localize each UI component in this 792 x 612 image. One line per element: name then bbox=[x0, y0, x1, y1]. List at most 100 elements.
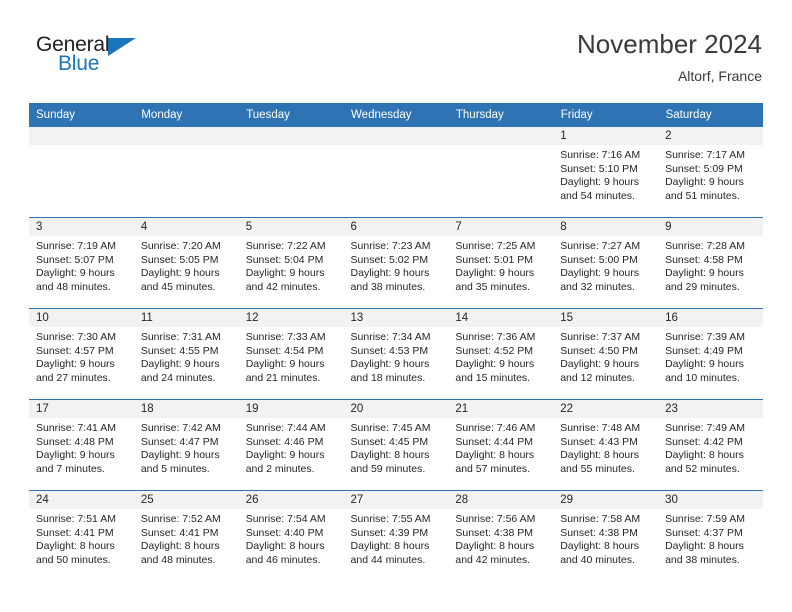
daylight-duration-line1: Daylight: 9 hours bbox=[245, 267, 325, 280]
daylight-duration-line2: and 2 minutes. bbox=[245, 462, 315, 475]
calendar-day-cell[interactable]: 6 Sunrise: 7:23 AM Sunset: 5:02 PM Daylight… bbox=[343, 217, 449, 309]
calendar-day-cell[interactable]: 2 Sunrise: 7:17 AM Sunset: 5:09 PM Daylight… bbox=[658, 127, 763, 218]
day-sun-info: Sunrise: 7:48 AM Sunset: 4:43 PM Daylight:… bbox=[553, 418, 658, 476]
calendar-day-cell[interactable]: 24 Sunrise: 7:51 AM Sunset: 4:41 PM Dayligh… bbox=[29, 490, 134, 581]
calendar-day-cell[interactable]: 25 Sunrise: 7:52 AM Sunset: 4:41 PM Dayligh… bbox=[133, 490, 239, 581]
sunset-time: Sunset: 4:42 PM bbox=[665, 435, 743, 448]
sunrise-time: Sunrise: 7:59 AM bbox=[665, 513, 746, 525]
calendar-day-cell[interactable]: 1 Sunrise: 7:16 AM Sunset: 5:10 PM Daylight… bbox=[553, 127, 659, 218]
calendar-week-row: 3 Sunrise: 7:19 AM Sunset: 5:07 PM Daylight… bbox=[29, 217, 763, 309]
daylight-duration-line2: and 10 minutes. bbox=[665, 371, 740, 384]
day-number: 7 bbox=[448, 218, 554, 236]
day-number: 29 bbox=[553, 491, 659, 509]
sunrise-time: Sunrise: 7:58 AM bbox=[560, 513, 641, 525]
calendar-day-cell[interactable]: 14 Sunrise: 7:36 AM Sunset: 4:52 PM Dayligh… bbox=[448, 308, 554, 400]
day-cell-content: 1 Sunrise: 7:16 AM Sunset: 5:10 PM Daylight… bbox=[553, 127, 659, 217]
daylight-duration-line2: and 5 minutes. bbox=[140, 462, 210, 475]
calendar-day-cell[interactable]: 5 Sunrise: 7:22 AM Sunset: 5:04 PM Daylight… bbox=[238, 217, 344, 309]
day-sun-info: Sunrise: 7:36 AM Sunset: 4:52 PM Daylight:… bbox=[448, 327, 553, 385]
calendar-day-cell[interactable]: 4 Sunrise: 7:20 AM Sunset: 5:05 PM Daylight… bbox=[133, 217, 239, 309]
day-cell-content: 2 Sunrise: 7:17 AM Sunset: 5:09 PM Daylight… bbox=[658, 127, 763, 217]
weekday-header-wednesday: Wednesday bbox=[343, 103, 449, 127]
calendar-day-cell[interactable]: 12 Sunrise: 7:33 AM Sunset: 4:54 PM Dayligh… bbox=[238, 308, 344, 400]
day-cell-content: 8 Sunrise: 7:27 AM Sunset: 5:00 PM Daylight… bbox=[553, 218, 659, 308]
day-number: 18 bbox=[133, 400, 239, 418]
day-number: 4 bbox=[133, 218, 239, 236]
sunset-time: Sunset: 4:50 PM bbox=[560, 344, 638, 357]
calendar-day-cell[interactable]: 28 Sunrise: 7:56 AM Sunset: 4:38 PM Dayligh… bbox=[448, 490, 554, 581]
day-number: 27 bbox=[343, 491, 449, 509]
day-number: 17 bbox=[29, 400, 134, 418]
calendar-day-cell[interactable]: 13 Sunrise: 7:34 AM Sunset: 4:53 PM Dayligh… bbox=[343, 308, 449, 400]
sunrise-time: Sunrise: 7:19 AM bbox=[36, 240, 116, 252]
calendar-day-cell[interactable]: 26 Sunrise: 7:54 AM Sunset: 4:40 PM Dayligh… bbox=[238, 490, 344, 581]
calendar-week-row: 1 Sunrise: 7:16 AM Sunset: 5:10 PM Daylight… bbox=[29, 127, 763, 218]
calendar-day-cell[interactable]: 21 Sunrise: 7:46 AM Sunset: 4:44 PM Dayligh… bbox=[448, 399, 554, 491]
sunset-time: Sunset: 4:46 PM bbox=[245, 435, 324, 448]
calendar-day-cell[interactable]: 27 Sunrise: 7:55 AM Sunset: 4:39 PM Dayligh… bbox=[343, 490, 449, 581]
daylight-duration-line2: and 29 minutes. bbox=[665, 280, 740, 293]
calendar-day-cell[interactable]: 9 Sunrise: 7:28 AM Sunset: 4:58 PM Daylight… bbox=[658, 217, 763, 309]
daylight-duration-line2: and 12 minutes. bbox=[560, 371, 635, 384]
day-cell-content: 10 Sunrise: 7:30 AM Sunset: 4:57 PM Dayligh… bbox=[29, 309, 134, 399]
calendar-day-cell[interactable]: 29 Sunrise: 7:58 AM Sunset: 4:38 PM Dayligh… bbox=[553, 490, 659, 581]
daylight-duration-line1: Daylight: 8 hours bbox=[245, 540, 325, 553]
daylight-duration-line2: and 57 minutes. bbox=[455, 462, 531, 475]
daylight-duration-line2: and 18 minutes. bbox=[350, 371, 426, 384]
calendar-day-cell[interactable]: 3 Sunrise: 7:19 AM Sunset: 5:07 PM Daylight… bbox=[29, 217, 134, 309]
day-cell-content: 6 Sunrise: 7:23 AM Sunset: 5:02 PM Daylight… bbox=[343, 218, 449, 308]
sunrise-time: Sunrise: 7:27 AM bbox=[560, 240, 641, 252]
sunrise-time: Sunrise: 7:37 AM bbox=[560, 331, 641, 343]
calendar-day-cell[interactable]: 10 Sunrise: 7:30 AM Sunset: 4:57 PM Dayligh… bbox=[29, 308, 134, 400]
daylight-duration-line1: Daylight: 8 hours bbox=[455, 540, 535, 553]
calendar-day-cell[interactable]: 18 Sunrise: 7:42 AM Sunset: 4:47 PM Dayligh… bbox=[133, 399, 239, 491]
sunrise-time: Sunrise: 7:54 AM bbox=[245, 513, 326, 525]
sunset-time: Sunset: 5:05 PM bbox=[140, 253, 219, 266]
daylight-duration-line2: and 15 minutes. bbox=[455, 371, 531, 384]
calendar-day-cell[interactable]: 15 Sunrise: 7:37 AM Sunset: 4:50 PM Dayligh… bbox=[553, 308, 659, 400]
calendar-day-cell[interactable]: 22 Sunrise: 7:48 AM Sunset: 4:43 PM Dayligh… bbox=[553, 399, 659, 491]
calendar-day-cell-empty bbox=[343, 127, 449, 218]
calendar-day-cell[interactable]: 11 Sunrise: 7:31 AM Sunset: 4:55 PM Dayligh… bbox=[133, 308, 239, 400]
calendar-day-cell[interactable]: 7 Sunrise: 7:25 AM Sunset: 5:01 PM Daylight… bbox=[448, 217, 554, 309]
daylight-duration-line1: Daylight: 9 hours bbox=[350, 358, 430, 371]
general-blue-logo[interactable]: General Blue bbox=[36, 33, 166, 81]
day-sun-info: Sunrise: 7:46 AM Sunset: 4:44 PM Daylight:… bbox=[448, 418, 553, 476]
calendar-day-cell[interactable]: 19 Sunrise: 7:44 AM Sunset: 4:46 PM Dayligh… bbox=[238, 399, 344, 491]
calendar-day-cell[interactable]: 30 Sunrise: 7:59 AM Sunset: 4:37 PM Dayligh… bbox=[658, 490, 763, 581]
calendar-day-cell[interactable]: 23 Sunrise: 7:49 AM Sunset: 4:42 PM Dayligh… bbox=[658, 399, 763, 491]
day-sun-info: Sunrise: 7:20 AM Sunset: 5:05 PM Daylight:… bbox=[134, 236, 239, 294]
day-sun-info: Sunrise: 7:44 AM Sunset: 4:46 PM Daylight:… bbox=[239, 418, 344, 476]
sunrise-time: Sunrise: 7:51 AM bbox=[36, 513, 116, 525]
daylight-duration-line1: Daylight: 8 hours bbox=[350, 540, 430, 553]
calendar-header-row: Sunday Monday Tuesday Wednesday Thursday… bbox=[29, 103, 764, 127]
day-sun-info: Sunrise: 7:41 AM Sunset: 4:48 PM Daylight:… bbox=[29, 418, 134, 476]
day-number: 10 bbox=[29, 309, 134, 327]
sunset-time: Sunset: 4:55 PM bbox=[140, 344, 219, 357]
day-number: 26 bbox=[238, 491, 344, 509]
triangle-icon bbox=[108, 38, 136, 56]
day-number: 15 bbox=[553, 309, 659, 327]
daylight-duration-line1: Daylight: 9 hours bbox=[140, 449, 220, 462]
daylight-duration-line1: Daylight: 9 hours bbox=[140, 358, 220, 371]
calendar-day-cell[interactable]: 16 Sunrise: 7:39 AM Sunset: 4:49 PM Dayligh… bbox=[658, 308, 763, 400]
day-cell-content: 13 Sunrise: 7:34 AM Sunset: 4:53 PM Dayligh… bbox=[343, 309, 449, 399]
calendar-day-cell[interactable]: 8 Sunrise: 7:27 AM Sunset: 5:00 PM Daylight… bbox=[553, 217, 659, 309]
day-number bbox=[133, 127, 239, 145]
sunset-time: Sunset: 4:57 PM bbox=[36, 344, 114, 357]
calendar-day-cell[interactable]: 20 Sunrise: 7:45 AM Sunset: 4:45 PM Dayligh… bbox=[343, 399, 449, 491]
day-cell-content: 22 Sunrise: 7:48 AM Sunset: 4:43 PM Dayligh… bbox=[553, 400, 659, 490]
day-cell-content: 4 Sunrise: 7:20 AM Sunset: 5:05 PM Daylight… bbox=[133, 218, 239, 308]
calendar-day-cell[interactable]: 17 Sunrise: 7:41 AM Sunset: 4:48 PM Dayligh… bbox=[29, 399, 134, 491]
calendar-day-cell-empty bbox=[29, 127, 134, 218]
weekday-header-sunday: Sunday bbox=[29, 103, 135, 127]
location-label: Altorf, France bbox=[677, 68, 762, 84]
sunset-time: Sunset: 4:58 PM bbox=[665, 253, 743, 266]
calendar-page: General Blue November 2024 Altorf, Franc… bbox=[0, 0, 792, 612]
weekday-header-thursday: Thursday bbox=[448, 103, 554, 127]
sunset-time: Sunset: 5:01 PM bbox=[455, 253, 534, 266]
sunrise-time: Sunrise: 7:45 AM bbox=[350, 422, 431, 434]
day-sun-info: Sunrise: 7:27 AM Sunset: 5:00 PM Daylight:… bbox=[553, 236, 658, 294]
day-number bbox=[448, 127, 554, 145]
day-cell-content: 17 Sunrise: 7:41 AM Sunset: 4:48 PM Dayligh… bbox=[29, 400, 134, 490]
